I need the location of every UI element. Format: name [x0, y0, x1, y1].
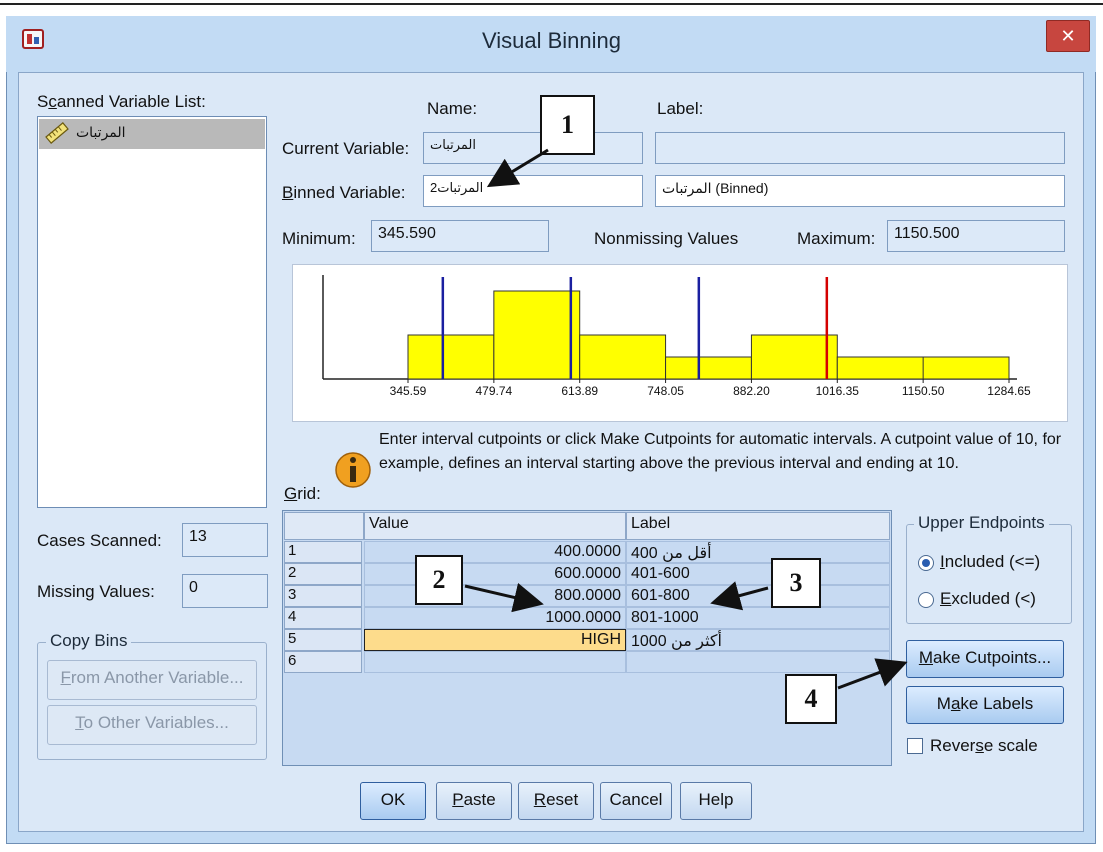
callout-arrows	[464, 148, 908, 690]
arrow-2	[464, 582, 544, 613]
arrow-1	[486, 148, 549, 188]
arrow-4	[837, 658, 908, 690]
arrow-3	[710, 581, 769, 611]
